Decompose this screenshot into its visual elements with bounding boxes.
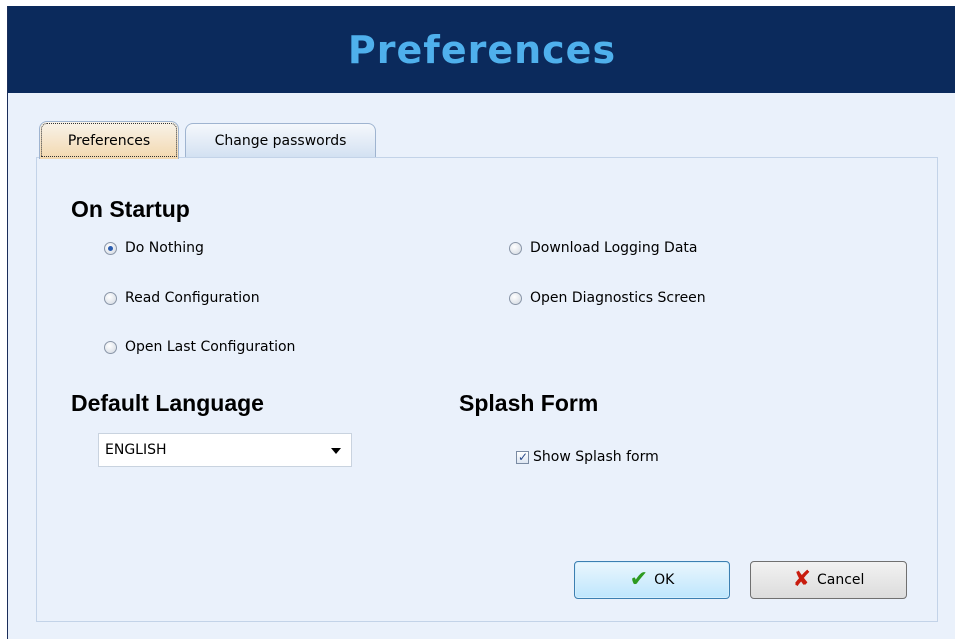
checkmark-icon: ✓: [518, 449, 529, 464]
radio-open-diagnostics-screen[interactable]: Open Diagnostics Screen: [509, 290, 706, 306]
cancel-button-label: Cancel: [817, 572, 865, 588]
red-x-icon: ✘: [792, 567, 811, 592]
ok-button-label: OK: [654, 572, 675, 588]
show-splash-checkbox[interactable]: ✓: [516, 449, 529, 464]
show-splash-label: Show Splash form: [533, 449, 659, 465]
radio-label: Do Nothing: [125, 240, 204, 256]
radio-unchecked-icon: [104, 340, 117, 354]
chevron-down-icon: [331, 448, 341, 454]
radio-label: Open Diagnostics Screen: [530, 290, 706, 306]
radio-unchecked-icon: [509, 291, 522, 305]
title-bar: Preferences: [8, 6, 955, 93]
on-startup-heading: On Startup: [71, 196, 190, 222]
preferences-window: Preferences Preferences Change passwords…: [7, 6, 955, 639]
splash-form-heading: Splash Form: [459, 390, 599, 416]
radio-download-logging-data[interactable]: Download Logging Data: [509, 240, 697, 256]
green-check-icon: ✔: [629, 567, 649, 592]
radio-label: Read Configuration: [125, 290, 260, 306]
radio-do-nothing[interactable]: Do Nothing: [104, 240, 204, 256]
cancel-button[interactable]: ✘ Cancel: [750, 561, 907, 599]
default-language-heading: Default Language: [71, 390, 264, 416]
radio-open-last-configuration[interactable]: Open Last Configuration: [104, 339, 295, 355]
radio-label: Download Logging Data: [530, 240, 698, 256]
radio-label: Open Last Configuration: [125, 339, 296, 355]
window-title: Preferences: [347, 27, 617, 72]
tab-change-passwords[interactable]: Change passwords: [185, 123, 376, 157]
radio-read-configuration[interactable]: Read Configuration: [104, 290, 260, 306]
language-select[interactable]: ENGLISH: [98, 433, 352, 467]
language-select-value: ENGLISH: [105, 442, 167, 458]
ok-button[interactable]: ✔ OK: [574, 561, 730, 599]
tab-preferences[interactable]: Preferences: [39, 121, 179, 159]
radio-unchecked-icon: [104, 291, 117, 305]
show-splash-checkbox-row[interactable]: ✓ Show Splash form: [516, 449, 659, 465]
radio-checked-icon: [104, 241, 117, 255]
radio-unchecked-icon: [509, 241, 522, 255]
